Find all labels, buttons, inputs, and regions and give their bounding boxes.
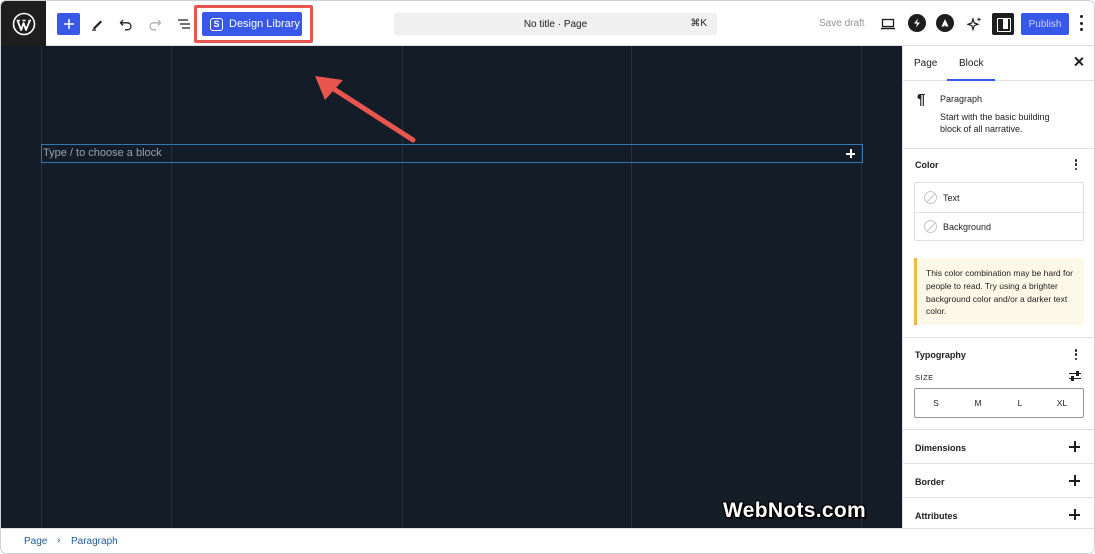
font-size-picker: S M L XL <box>914 388 1084 418</box>
panel-title: Border <box>915 477 945 487</box>
plus-icon[interactable] <box>1069 475 1080 486</box>
settings-sidebar-toggle[interactable] <box>992 13 1014 35</box>
grid-line <box>631 46 632 528</box>
size-option-m[interactable]: M <box>957 389 999 417</box>
color-settings-box: Text Background <box>914 182 1084 241</box>
panel-title: Attributes <box>915 511 958 521</box>
color-item-label: Text <box>943 192 960 203</box>
grid-line <box>171 46 172 528</box>
top-toolbar: S Design Library No title · Page ⌘K Save… <box>1 1 1094 46</box>
stackable-s-icon: S <box>210 17 223 31</box>
add-block-button[interactable] <box>57 13 80 35</box>
block-card: ¶ Paragraph Start with the basic buildin… <box>903 81 1094 149</box>
settings-sidebar: Page Block ¶ Paragraph Start with the ba… <box>902 46 1094 528</box>
design-library-button[interactable]: S Design Library <box>202 12 302 36</box>
pen-icon <box>92 20 102 31</box>
grid-line <box>41 46 42 528</box>
size-option-xl[interactable]: XL <box>1041 389 1083 417</box>
block-description: Start with the basic building block of a… <box>940 112 1050 134</box>
redo-icon <box>149 19 162 31</box>
editor-canvas[interactable]: Type / to choose a block WebNots.com <box>1 46 902 528</box>
paragraph-icon: ¶ <box>917 91 926 108</box>
color-section-title: Color <box>915 160 939 170</box>
inserter-plus-icon[interactable] <box>843 146 858 161</box>
publish-button[interactable]: Publish <box>1021 13 1069 35</box>
paragraph-block-placeholder[interactable]: Type / to choose a block <box>41 144 863 163</box>
save-draft-button[interactable]: Save draft <box>819 18 865 29</box>
document-title: No title · Page <box>523 18 588 30</box>
breadcrumb-paragraph[interactable]: Paragraph <box>71 536 118 547</box>
panel-dimensions[interactable]: Dimensions <box>903 429 1094 463</box>
ai-assistant-button[interactable] <box>963 12 987 36</box>
panel-border[interactable]: Border <box>903 463 1094 497</box>
block-placeholder-text: Type / to choose a block <box>43 147 162 159</box>
undo-icon <box>119 19 132 31</box>
plus-icon[interactable] <box>1069 509 1080 520</box>
divider <box>903 337 1094 338</box>
preview-button[interactable] <box>876 12 900 36</box>
color-options-icon[interactable] <box>1074 159 1078 170</box>
grid-line <box>861 46 862 528</box>
tab-block[interactable]: Block <box>959 58 983 69</box>
document-overview-button[interactable] <box>172 12 196 36</box>
typography-section-title: Typography <box>915 350 966 360</box>
editor-window: S Design Library No title · Page ⌘K Save… <box>0 0 1095 554</box>
block-title: Paragraph <box>940 94 983 104</box>
color-item-label: Background <box>943 221 992 232</box>
tab-page[interactable]: Page <box>914 58 937 69</box>
jetpack-icon <box>941 19 949 27</box>
breadcrumb: Page › Paragraph <box>1 528 1094 553</box>
color-item-text[interactable]: Text <box>915 183 1083 212</box>
size-option-l[interactable]: L <box>999 389 1041 417</box>
options-menu-icon[interactable] <box>1079 15 1083 31</box>
wordpress-logo-icon[interactable] <box>1 1 46 46</box>
empty-swatch-icon <box>924 191 937 204</box>
typography-options-icon[interactable] <box>1074 349 1078 360</box>
empty-swatch-icon <box>924 220 937 233</box>
size-option-s[interactable]: S <box>915 389 957 417</box>
custom-size-settings-icon[interactable] <box>1069 371 1081 381</box>
panel-attributes[interactable]: Attributes <box>903 497 1094 531</box>
panel-title: Dimensions <box>915 443 967 453</box>
undo-button[interactable] <box>114 12 138 36</box>
list-view-icon <box>178 19 190 29</box>
bolt-plugin-button[interactable] <box>908 14 926 32</box>
plus-icon <box>63 19 74 29</box>
sidebar-tabs: Page Block <box>903 46 1094 81</box>
contrast-warning: This color combination may be hard for p… <box>914 258 1084 325</box>
redo-button[interactable] <box>143 12 167 36</box>
desktop-preview-icon <box>881 18 895 30</box>
plus-icon[interactable] <box>1069 441 1080 452</box>
lightning-bolt-icon <box>914 18 920 28</box>
command-shortcut: ⌘K <box>690 18 707 29</box>
close-icon[interactable] <box>1073 56 1085 68</box>
breadcrumb-page[interactable]: Page <box>24 536 47 547</box>
sparkle-icon <box>967 17 982 32</box>
size-label: SIZE <box>915 373 934 382</box>
command-palette-bar[interactable]: No title · Page ⌘K <box>394 13 717 35</box>
breadcrumb-separator: › <box>57 535 61 546</box>
watermark-text: WebNots.com <box>723 499 866 522</box>
jetpack-plugin-button[interactable] <box>936 14 954 32</box>
color-item-background[interactable]: Background <box>915 212 1083 241</box>
design-library-label: Design Library <box>229 18 300 30</box>
tools-pen-button[interactable] <box>85 12 109 36</box>
